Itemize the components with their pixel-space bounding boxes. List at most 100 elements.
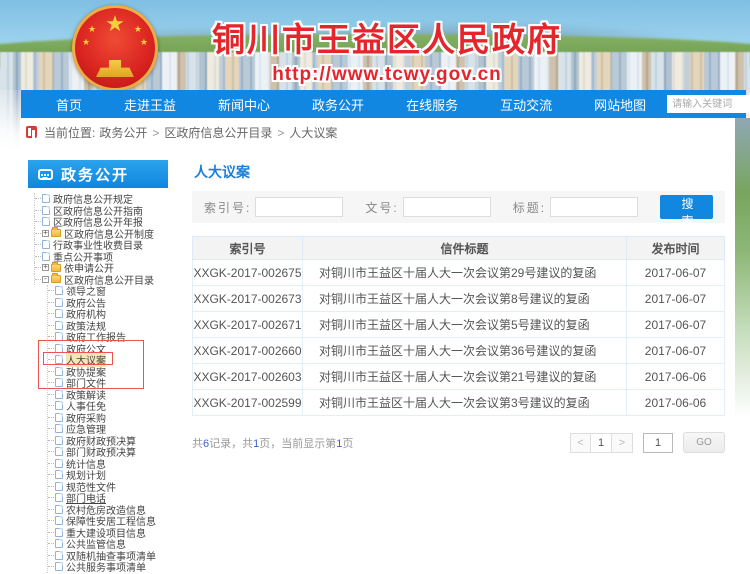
nav-item-4[interactable]: 在线服务 bbox=[385, 95, 479, 114]
filter-groups: 索引号:文号:标题: bbox=[204, 197, 660, 217]
next-page-button[interactable]: > bbox=[612, 433, 633, 453]
tree-item[interactable]: 公共服务事项清单 bbox=[48, 561, 176, 573]
nav-item-6[interactable]: 网站地图 bbox=[573, 95, 667, 114]
search-input[interactable] bbox=[667, 95, 750, 113]
tree-connector bbox=[35, 198, 41, 199]
record-title-link[interactable]: 对铜川市王益区十届人大一次会议第29号建议的复函 bbox=[303, 260, 627, 286]
record-title-link[interactable]: 对铜川市王益区十届人大一次会议第3号建议的复函 bbox=[303, 390, 627, 416]
go-button[interactable]: GO bbox=[683, 432, 725, 453]
document-icon bbox=[55, 505, 63, 514]
record-index: XXGK-2017-002660 bbox=[193, 338, 303, 364]
tree-connector bbox=[48, 532, 54, 533]
tree-connector bbox=[48, 543, 54, 544]
tree-connector bbox=[48, 497, 54, 498]
filter-input-1[interactable] bbox=[403, 197, 491, 217]
record-date: 2017-06-06 bbox=[627, 364, 725, 390]
nav-item-3[interactable]: 政务公开 bbox=[291, 95, 385, 114]
page-title: 人大议案 bbox=[192, 160, 725, 191]
document-icon bbox=[55, 551, 63, 560]
breadcrumb-link[interactable]: 区政府信息公开目录 bbox=[164, 126, 272, 140]
table-row: XXGK-2017-002603对铜川市王益区十届人大一次会议第21号建议的复函… bbox=[193, 364, 725, 390]
records-table: 索引号信件标题发布时间 XXGK-2017-002675对铜川市王益区十届人大一… bbox=[192, 236, 725, 416]
record-date: 2017-06-07 bbox=[627, 286, 725, 312]
summary-text: 共 bbox=[192, 438, 203, 450]
expander-icon[interactable]: + bbox=[42, 264, 49, 271]
goto-page-input[interactable] bbox=[643, 433, 673, 453]
filter-input-0[interactable] bbox=[255, 197, 343, 217]
prev-page-button[interactable]: < bbox=[570, 433, 591, 453]
tree-connector bbox=[35, 210, 41, 211]
document-icon bbox=[55, 413, 63, 422]
record-date: 2017-06-07 bbox=[627, 260, 725, 286]
summary-text: 记录，共 bbox=[209, 438, 253, 450]
document-icon bbox=[55, 493, 63, 502]
sidebar-title: 政务公开 bbox=[61, 164, 129, 185]
document-icon bbox=[55, 470, 63, 479]
summary-text: 页 bbox=[342, 438, 353, 450]
expander-icon[interactable]: + bbox=[42, 230, 49, 237]
document-icon bbox=[55, 321, 63, 330]
nav-item-5[interactable]: 互动交流 bbox=[479, 95, 573, 114]
tree-connector bbox=[35, 279, 41, 280]
document-icon bbox=[55, 401, 63, 410]
pagination-controls: < 1 > GO bbox=[570, 432, 725, 453]
tree-connector bbox=[48, 302, 54, 303]
record-index: XXGK-2017-002675 bbox=[193, 260, 303, 286]
tree-connector bbox=[35, 221, 41, 222]
record-date: 2017-06-06 bbox=[627, 390, 725, 416]
table-body: XXGK-2017-002675对铜川市王益区十届人大一次会议第29号建议的复函… bbox=[193, 260, 725, 416]
tree-item-label: 公共服务事项清单 bbox=[66, 559, 146, 574]
breadcrumb-link[interactable]: 人大议案 bbox=[289, 126, 337, 140]
folder-icon bbox=[51, 275, 61, 283]
current-page-button[interactable]: 1 bbox=[591, 433, 612, 453]
summary-text: 页，当前显示第 bbox=[259, 438, 336, 450]
tree-connector bbox=[48, 440, 54, 441]
record-title-link[interactable]: 对铜川市王益区十届人大一次会议第21号建议的复函 bbox=[303, 364, 627, 390]
filter-group-2: 标题: bbox=[513, 197, 638, 217]
tree-connector bbox=[48, 394, 54, 395]
filter-label: 索引号: bbox=[204, 199, 251, 216]
site-title: 铜川市王益区人民政府 bbox=[212, 13, 562, 61]
tree-connector bbox=[35, 233, 41, 234]
nav-item-0[interactable]: 首页 bbox=[35, 95, 103, 114]
record-title-link[interactable]: 对铜川市王益区十届人大一次会议第8号建议的复函 bbox=[303, 286, 627, 312]
breadcrumb-link[interactable]: 政务公开 bbox=[99, 126, 147, 140]
tree-connector bbox=[48, 428, 54, 429]
document-icon bbox=[55, 355, 63, 364]
tree-connector bbox=[35, 244, 41, 245]
tree-connector bbox=[48, 509, 54, 510]
record-index: XXGK-2017-002603 bbox=[193, 364, 303, 390]
document-icon bbox=[55, 539, 63, 548]
tree-connector bbox=[48, 405, 54, 406]
emblem-gate-icon bbox=[96, 60, 134, 77]
tree-connector bbox=[48, 451, 54, 452]
nav-menu: 首页走进王益新闻中心政务公开在线服务互动交流网站地图 bbox=[35, 95, 667, 114]
national-emblem-icon: ★ ★ ★ ★ ★ bbox=[72, 5, 158, 91]
document-icon bbox=[42, 217, 50, 226]
emblem-small-star-icon: ★ bbox=[82, 38, 90, 47]
tree-connector bbox=[48, 555, 54, 556]
record-index: XXGK-2017-002599 bbox=[193, 390, 303, 416]
record-index: XXGK-2017-002673 bbox=[193, 286, 303, 312]
expander-icon[interactable]: - bbox=[42, 276, 49, 283]
document-icon bbox=[55, 528, 63, 537]
tree-connector bbox=[48, 325, 54, 326]
photo-right-edge bbox=[734, 118, 750, 418]
tree-connector bbox=[48, 382, 54, 383]
record-title-link[interactable]: 对铜川市王益区十届人大一次会议第5号建议的复函 bbox=[303, 312, 627, 338]
tree-connector bbox=[48, 348, 54, 349]
table-row: XXGK-2017-002675对铜川市王益区十届人大一次会议第29号建议的复函… bbox=[193, 260, 725, 286]
table-search-button[interactable]: 搜 索 bbox=[660, 195, 713, 219]
nav-item-2[interactable]: 新闻中心 bbox=[197, 95, 291, 114]
main-nav: 首页走进王益新闻中心政务公开在线服务互动交流网站地图 高级搜索 bbox=[21, 90, 746, 118]
document-icon bbox=[55, 390, 63, 399]
document-icon bbox=[55, 482, 63, 491]
nav-item-1[interactable]: 走进王益 bbox=[103, 95, 197, 114]
speech-bubble-icon bbox=[38, 169, 53, 180]
table-row: XXGK-2017-002660对铜川市王益区十届人大一次会议第36号建议的复函… bbox=[193, 338, 725, 364]
document-icon bbox=[55, 436, 63, 445]
filter-input-2[interactable] bbox=[550, 197, 638, 217]
breadcrumb-items: 政务公开>区政府信息公开目录>人大议案 bbox=[99, 124, 337, 141]
site-url: http://www.tcwy.gov.cn bbox=[212, 64, 562, 86]
record-title-link[interactable]: 对铜川市王益区十届人大一次会议第36号建议的复函 bbox=[303, 338, 627, 364]
